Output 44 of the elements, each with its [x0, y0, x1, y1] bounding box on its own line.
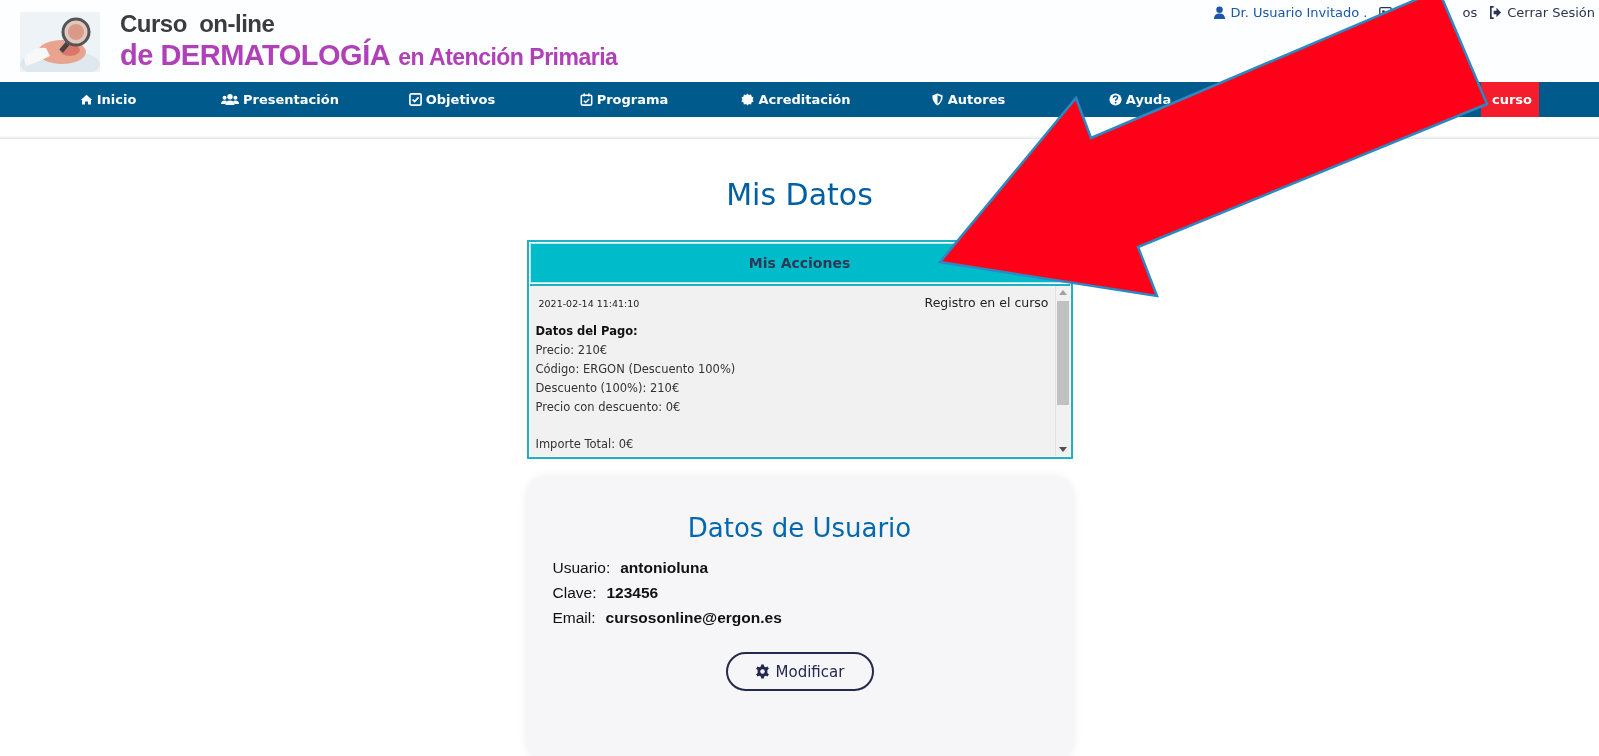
- calendar-check-icon: [579, 93, 593, 106]
- entry-action: Registro en el curso: [924, 295, 1049, 310]
- user-icon: [1212, 6, 1226, 19]
- details-line: Descuento (100%): 210€: [535, 380, 681, 397]
- page-title: Mis Datos: [726, 177, 873, 212]
- details-total: Importe Total: 0€: [535, 436, 635, 453]
- nav-item[interactable]: Objetivos: [408, 82, 496, 117]
- scroll-down-icon[interactable]: [1058, 447, 1067, 452]
- user-menu-link[interactable]: os: [1462, 5, 1478, 20]
- details-heading: Datos del Pago:: [535, 323, 639, 340]
- scroll-up-icon[interactable]: [1058, 290, 1067, 295]
- details-line: Precio con descuento: 0€: [535, 399, 682, 416]
- nav-item[interactable]: Inicio: [79, 82, 137, 117]
- user-menu-link[interactable]: Dr. Usuario Invitado .: [1230, 5, 1368, 20]
- field-label: Clave:: [552, 583, 597, 603]
- entry-date: 2021-02-14 11:41:10: [537, 297, 640, 309]
- details-line: Código: ERGON (Descuento 100%): [535, 361, 737, 378]
- field-label: Email:: [552, 608, 596, 628]
- field-value: 123456: [606, 583, 659, 603]
- field-label: Usuario:: [552, 558, 611, 578]
- shield-icon: [930, 93, 944, 106]
- nav-item[interactable]: curso: [1481, 82, 1539, 117]
- nav-item[interactable]: Ayuda: [1108, 82, 1172, 117]
- checkbox-icon: [408, 93, 422, 106]
- nav-item[interactable]: Presentación: [221, 82, 339, 117]
- nav-item[interactable]: Autores: [930, 82, 1006, 117]
- settings-icon: [754, 664, 770, 679]
- modify-button[interactable]: Modificar: [725, 652, 874, 691]
- field-value: antonioluna: [620, 558, 709, 578]
- field-value: cursosonline@ergon.es: [605, 608, 782, 628]
- home-icon: [79, 93, 93, 106]
- card-title: Datos de Usuario: [686, 513, 913, 543]
- badge-icon: [741, 93, 755, 106]
- scrollbar[interactable]: [1054, 286, 1070, 456]
- users-icon: [221, 93, 240, 106]
- details-line: Precio: 210€: [535, 342, 609, 359]
- logout-icon: [1489, 6, 1503, 19]
- help-icon: [1108, 93, 1122, 106]
- nav-item[interactable]: Programa: [579, 82, 669, 117]
- site-subtitle: en Atención Primaria: [398, 43, 618, 72]
- site-title: Curso on-line: [120, 10, 276, 38]
- nav-item[interactable]: Acreditación: [741, 82, 851, 117]
- user-menu-link[interactable]: Cerrar Sesión: [1507, 5, 1595, 20]
- site-subtitle: de DERMATOLOGÍA: [120, 38, 391, 72]
